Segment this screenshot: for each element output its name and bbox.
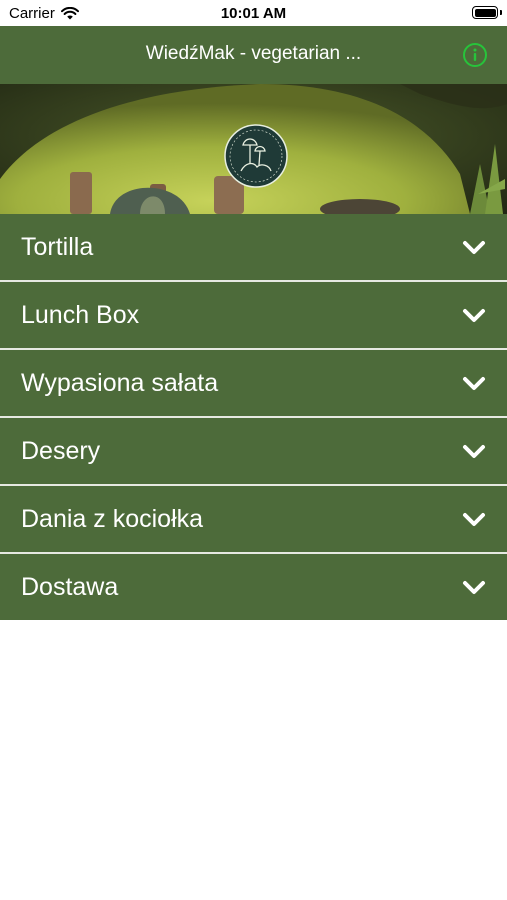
status-time: 10:01 AM bbox=[220, 5, 287, 22]
chevron-down-icon bbox=[463, 581, 485, 594]
menu-item-label: Dania z kociołka bbox=[21, 505, 204, 533]
navigation-bar: WiedźMak - vegetarian ... bbox=[0, 26, 507, 84]
menu-item-desery[interactable]: Desery bbox=[0, 418, 507, 486]
menu-list: Tortilla Lunch Box Wypasiona sałata Dese… bbox=[0, 214, 507, 620]
hero-banner bbox=[0, 84, 507, 214]
battery-level bbox=[474, 8, 496, 17]
chevron-down-icon bbox=[463, 513, 485, 526]
menu-item-dania-z-kociolka[interactable]: Dania z kociołka bbox=[0, 486, 507, 554]
menu-item-tortilla[interactable]: Tortilla bbox=[0, 214, 507, 282]
menu-item-dostawa[interactable]: Dostawa bbox=[0, 554, 507, 620]
chevron-down-icon bbox=[463, 377, 485, 390]
nav-title: WiedźMak - vegetarian ... bbox=[145, 43, 362, 64]
menu-item-label: Lunch Box bbox=[21, 301, 140, 329]
menu-item-lunch-box[interactable]: Lunch Box bbox=[0, 282, 507, 350]
chevron-down-icon bbox=[463, 309, 485, 322]
menu-item-wypasiona-salata[interactable]: Wypasiona sałata bbox=[0, 350, 507, 418]
battery-icon bbox=[472, 6, 498, 19]
status-bar: Carrier 10:01 AM bbox=[0, 0, 507, 26]
menu-item-label: Tortilla bbox=[21, 233, 94, 261]
chevron-down-icon bbox=[463, 445, 485, 458]
menu-item-label: Wypasiona sałata bbox=[21, 369, 219, 397]
menu-item-label: Desery bbox=[21, 437, 101, 465]
battery-tip bbox=[500, 10, 502, 15]
chevron-down-icon bbox=[463, 241, 485, 254]
info-icon[interactable] bbox=[462, 42, 488, 68]
mushroom-logo-icon bbox=[224, 124, 288, 188]
menu-item-label: Dostawa bbox=[21, 573, 119, 601]
